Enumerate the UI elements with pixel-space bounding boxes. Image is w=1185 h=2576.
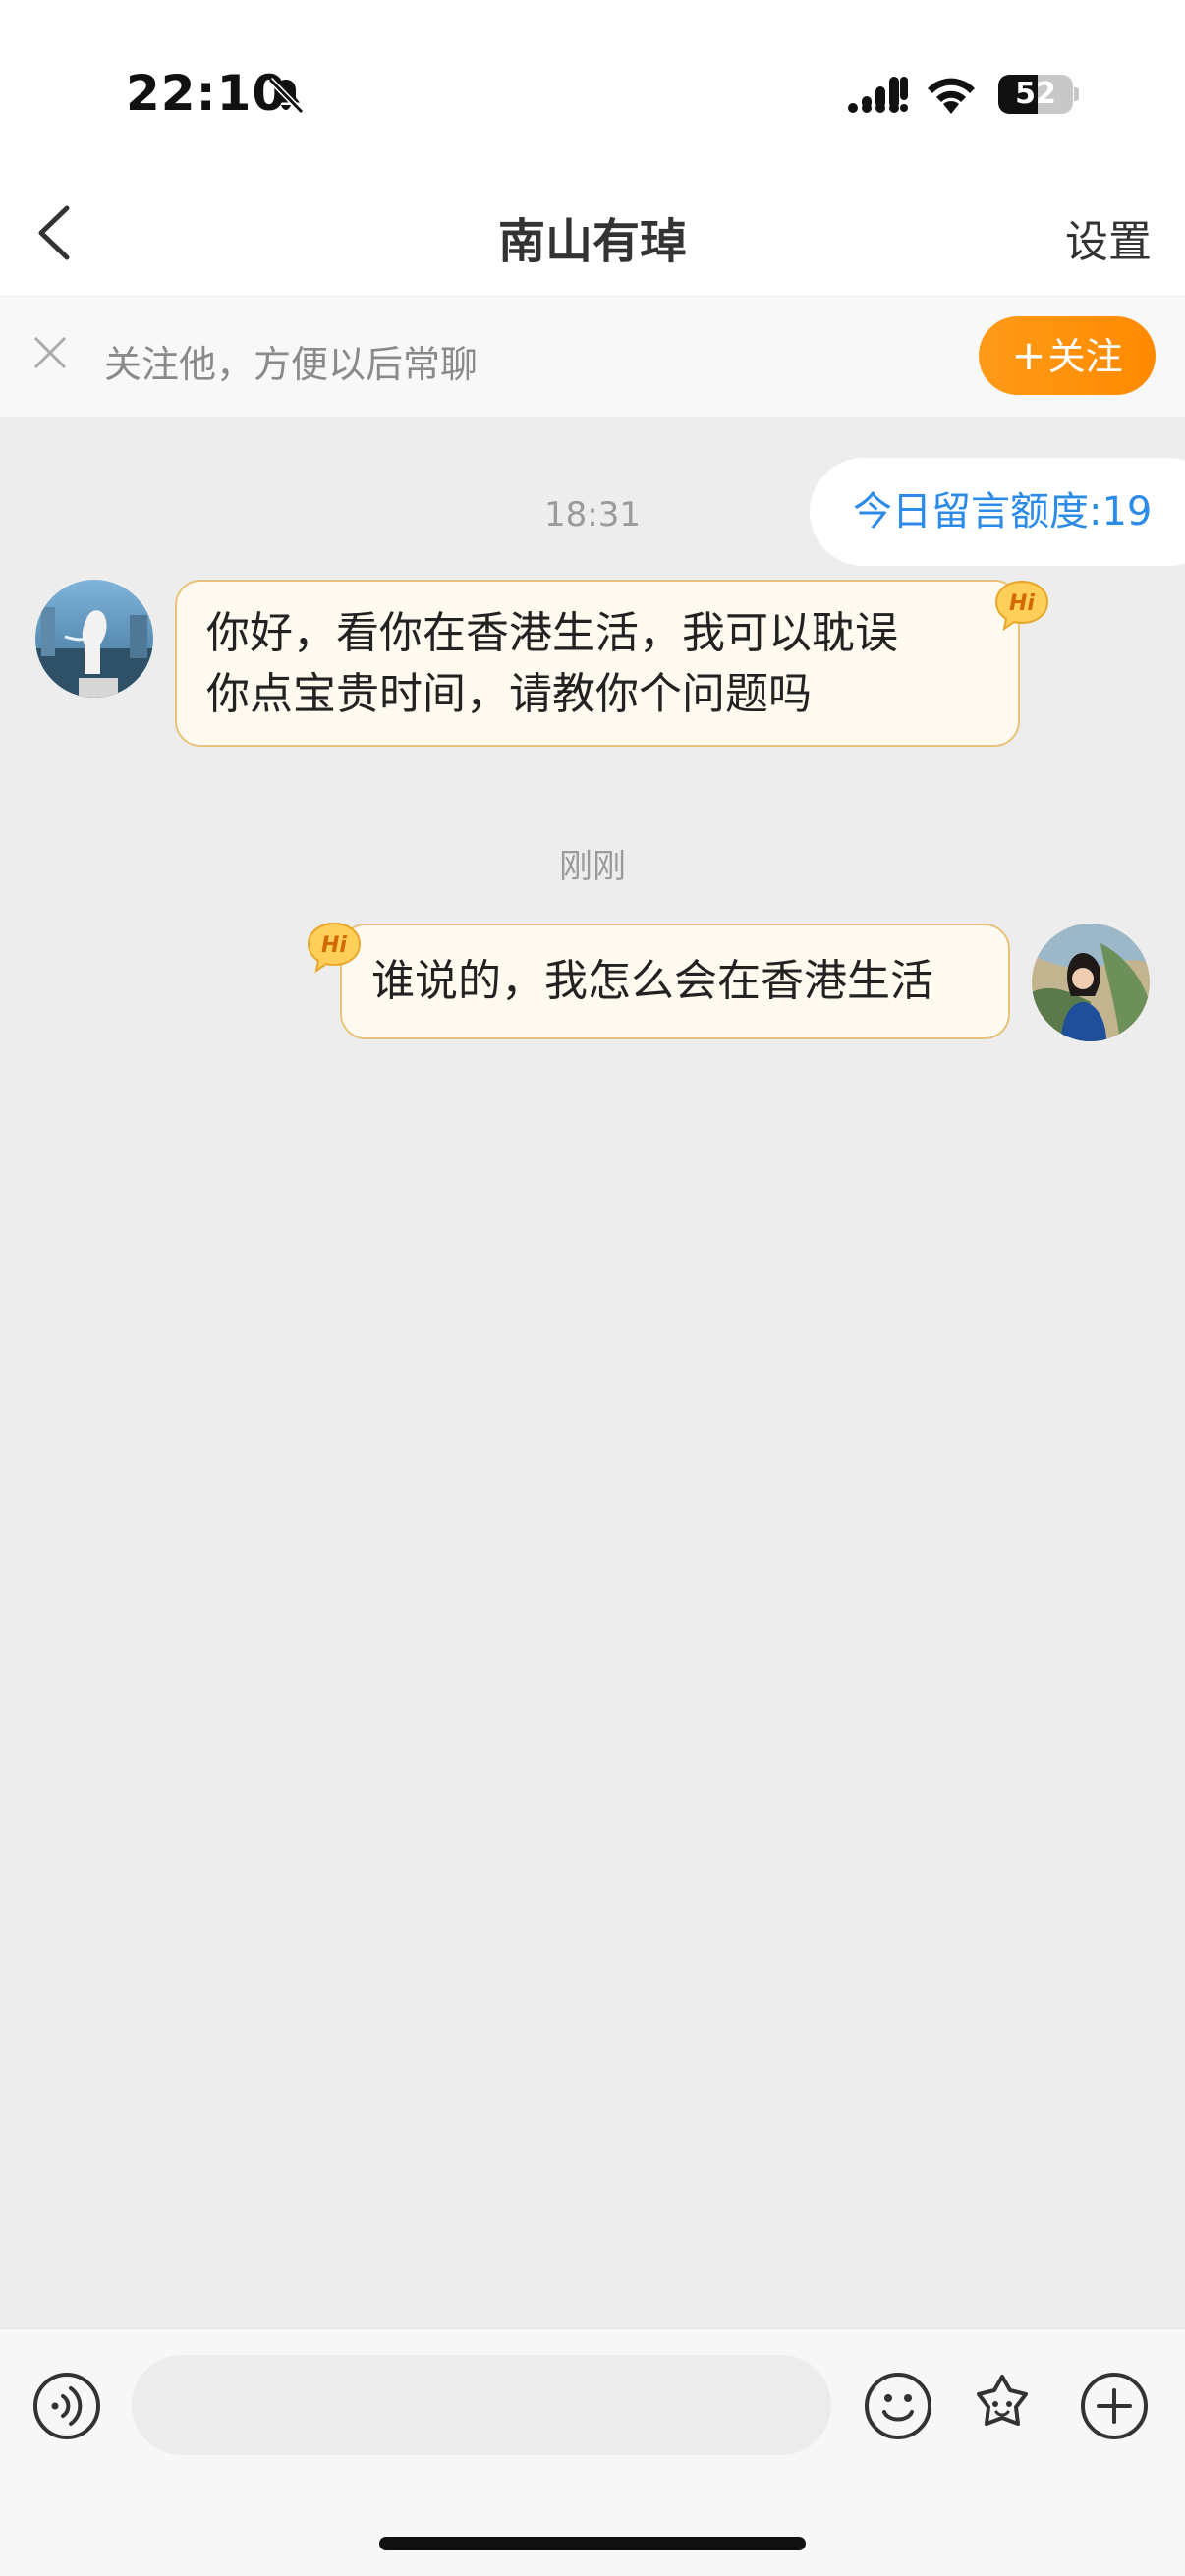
battery-icon: 52 [998, 75, 1079, 114]
voice-icon[interactable] [31, 2371, 102, 2441]
sender-avatar[interactable] [35, 580, 153, 698]
hi-badge-icon: Hi [994, 580, 1049, 632]
wifi-icon [928, 78, 975, 114]
battery-level: 52 [1015, 77, 1056, 111]
my-avatar[interactable] [1032, 924, 1150, 1041]
message-input[interactable] [132, 2355, 831, 2455]
follow-banner: 关注他，方便以后常聊 +关注 [0, 297, 1185, 417]
settings-button[interactable]: 设置 [1065, 206, 1152, 269]
incoming-message-line-2: 你点宝贵时间，请教你个问题吗 [206, 669, 812, 719]
status-time: 22:10 [126, 65, 288, 122]
incoming-message-bubble[interactable]: 你好，看你在香港生活，我可以耽误 你点宝贵时间，请教你个问题吗 [175, 580, 1020, 747]
cellular-signal-icon [848, 77, 908, 113]
message-timestamp: 18:31 [544, 495, 641, 534]
follow-plus: + [1011, 331, 1046, 379]
outgoing-message-text: 谁说的，我怎么会在香港生活 [371, 956, 933, 1006]
home-indicator[interactable] [379, 2537, 806, 2550]
bell-slash-icon [267, 77, 305, 115]
incoming-message-line-1: 你好，看你在香港生活，我可以耽误 [206, 608, 898, 658]
message-timestamp: 刚刚 [559, 847, 626, 886]
close-icon[interactable] [31, 334, 69, 371]
status-bar: 22:10 52 [0, 0, 1185, 167]
follow-button[interactable]: +关注 [979, 316, 1156, 395]
emoji-icon[interactable] [863, 2371, 933, 2441]
page-title: 南山有琸 [497, 214, 687, 269]
hi-badge-text: Hi [1009, 591, 1035, 616]
follow-button-label: 关注 [1047, 335, 1123, 378]
nav-bar: 南山有琸 设置 [0, 167, 1185, 297]
outgoing-message-bubble[interactable]: 谁说的，我怎么会在香港生活 [340, 924, 1010, 1039]
hi-badge-text: Hi [321, 933, 347, 958]
follow-prompt-text: 关注他，方便以后常聊 [104, 343, 479, 386]
plus-circle-icon[interactable] [1079, 2371, 1150, 2441]
hi-badge-icon: Hi [307, 922, 362, 974]
gift-icon[interactable] [967, 2371, 1038, 2441]
